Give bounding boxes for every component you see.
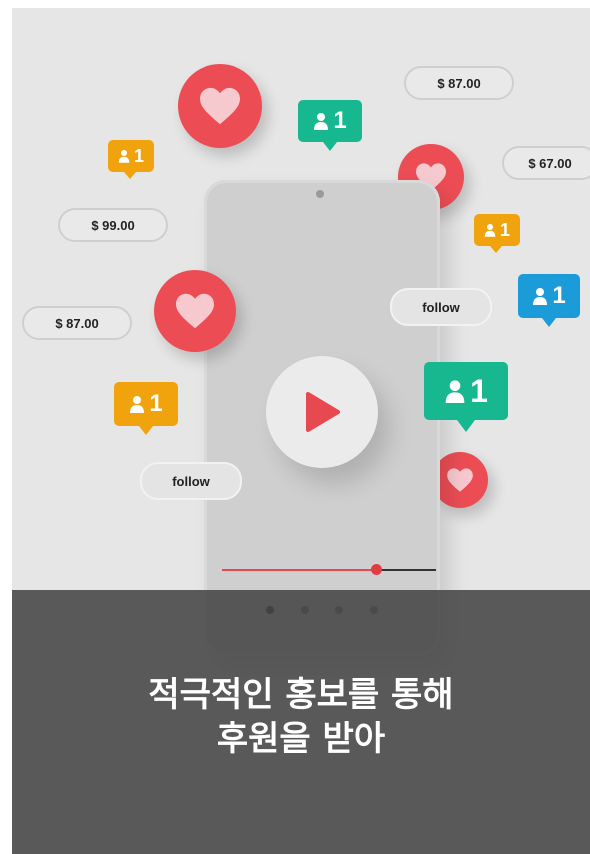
heart-bubble: [432, 452, 488, 508]
follower-badge: 1: [424, 362, 508, 436]
follower-count: 1: [499, 219, 510, 240]
follower-badge: 1: [474, 214, 520, 254]
price-tag: $ 67.00: [502, 146, 590, 180]
heart-bubble: [178, 64, 262, 148]
follower-badge: 1: [518, 274, 580, 330]
user-icon: [533, 288, 548, 305]
heart-bubble: [154, 270, 236, 352]
follow-button[interactable]: follow: [390, 288, 492, 326]
user-icon: [314, 113, 329, 130]
follower-count: 1: [470, 372, 488, 409]
play-icon: [306, 392, 340, 432]
video-progress-bar[interactable]: [222, 564, 436, 575]
follower-badge: 1: [114, 382, 178, 436]
caption-line-2: 후원을 받아: [216, 719, 386, 759]
follower-count: 1: [333, 107, 347, 134]
phone-camera: [316, 190, 324, 198]
heart-icon: [200, 87, 240, 125]
caption-headline: 적극적인 홍보를 통해 후원을 받아: [12, 673, 590, 761]
heart-icon: [447, 468, 473, 492]
play-button[interactable]: [266, 356, 378, 468]
caption-line-1: 적극적인 홍보를 통해: [148, 675, 454, 715]
promo-illustration: $ 87.00 $ 67.00 $ 99.00 $ 87.00 follow f…: [12, 8, 590, 854]
user-icon: [118, 150, 130, 163]
follower-count: 1: [552, 282, 566, 309]
user-icon: [130, 396, 145, 413]
follower-count: 1: [149, 390, 163, 417]
user-icon: [445, 380, 465, 403]
heart-icon: [176, 293, 214, 329]
follow-button[interactable]: follow: [140, 462, 242, 500]
user-icon: [484, 224, 496, 237]
follower-badge: 1: [108, 140, 154, 180]
price-tag: $ 99.00: [58, 208, 168, 242]
price-tag: $ 87.00: [22, 306, 132, 340]
price-tag: $ 87.00: [404, 66, 514, 100]
video-progress-handle[interactable]: [371, 564, 383, 575]
video-progress-fill: [222, 569, 377, 571]
follower-count: 1: [133, 145, 144, 166]
phone-mockup: [204, 180, 440, 656]
follower-badge: 1: [298, 100, 362, 152]
